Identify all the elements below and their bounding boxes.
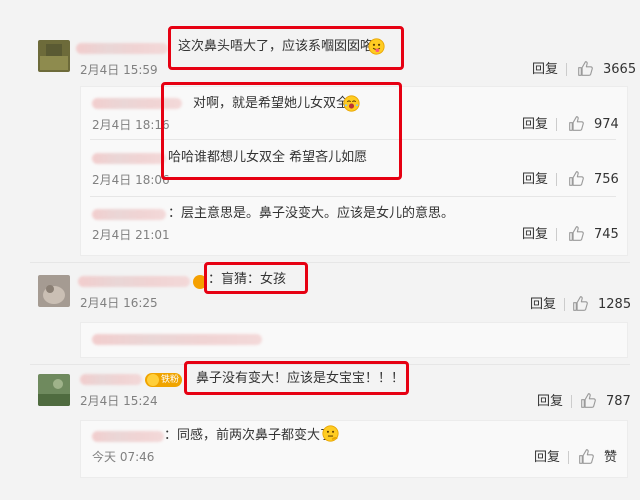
reply-1-2-username[interactable] [92,153,166,164]
reply-3-1-time: 今天 07:46 [92,450,155,464]
reply-1-1-reply-button[interactable]: 回复 [522,117,548,133]
reply-1-3-text: ：层主意思是。鼻子没变大。应该是女儿的意思。 [168,206,455,221]
comment-3-replies-panel [80,420,628,478]
comment-3-avatar[interactable] [38,374,70,406]
reply-1-1-time: 2月4日 18:16 [92,118,170,132]
comment-2-username[interactable] [78,276,190,287]
comment-2-text: ：盲猜：女孩 [208,272,287,287]
reply-1-2-reply-button[interactable]: 回复 [522,172,548,188]
comment-divider [30,262,630,263]
fan-badge: 铁粉 [145,373,183,387]
comment-divider [30,364,630,365]
reply-3-1-reply-button[interactable]: 回复 [534,450,560,466]
tongue-out-emoji-icon [368,38,385,55]
reply-1-3-time: 2月4日 21:01 [92,228,170,242]
reply-3-1-username[interactable] [92,431,164,442]
comment-1-username[interactable] [76,43,168,54]
comment-3-like-count: 787 [606,394,631,409]
comment-3-time: 2月4日 15:24 [80,394,158,408]
comment-3-action-separator [571,395,572,408]
fan-badge-label: 铁粉 [161,375,180,385]
reply-divider [90,196,616,197]
reply-1-2-time: 2月4日 18:06 [92,173,170,187]
laughing-emoji-icon [343,95,360,112]
comment-1-action-separator [566,63,567,76]
comment-2-reply-button[interactable]: 回复 [530,297,556,313]
reply-divider [90,139,616,140]
comment-3-text: 鼻子没有变大！应该是女宝宝！！！ [196,371,405,386]
comment-3-like-button[interactable]: 787 [580,393,634,410]
reply-1-3-reply-button[interactable]: 回复 [522,227,548,243]
reply-3-1-text: ：同感，前两次鼻子都变大了 [164,428,334,443]
reply-1-1-action-separator [556,118,557,131]
thumb-up-icon [581,393,596,408]
thumb-up-icon [579,449,594,464]
thumb-up-icon [569,226,584,241]
comment-3-username[interactable] [80,374,142,385]
thinking-emoji-icon [322,425,339,442]
comment-1-avatar[interactable] [38,40,70,72]
reply-1-2-text: 哈哈谁都想儿女双全 希望吝儿如愿 [168,150,368,165]
reply-3-1-like-button[interactable]: 赞 [578,449,628,466]
comment-1-like-button[interactable]: 3665 [577,61,637,78]
reply-1-2-action-separator [556,173,557,186]
comment-1-time: 2月4日 15:59 [80,63,158,77]
thumb-up-icon [573,296,588,311]
thumb-up-icon [569,116,584,131]
reply-1-3-like-button[interactable]: 745 [568,226,620,243]
comment-2-avatar[interactable] [38,275,70,307]
reply-1-2-like-button[interactable]: 756 [568,171,620,188]
fan-badge-icon [147,374,159,386]
comment-1-reply-button[interactable]: 回复 [532,62,558,78]
reply-1-1-like-count: 974 [594,117,619,132]
comment-2-action-separator [564,298,565,311]
comment-2-time: 2月4日 16:25 [80,296,158,310]
thumb-up-icon [578,61,593,76]
thumb-up-icon [569,171,584,186]
reply-1-1-like-button[interactable]: 974 [568,116,620,133]
reply-1-1-username[interactable] [92,98,182,109]
reply-1-3-like-count: 745 [594,227,619,242]
comment-2-like-button[interactable]: 1285 [572,296,634,313]
reply-1-3-username[interactable] [92,209,166,220]
comment-1-text: 这次鼻头唔大了，应该系嗰囡囡咯 [178,39,374,54]
comment-thread: 这次鼻头唔大了，应该系嗰囡囡咯 2月4日 15:59 回复 3665 对啊，就是… [0,0,640,500]
reply-3-1-action-separator [568,451,569,464]
comment-2-reply-preview[interactable] [92,334,262,345]
reply-1-3-action-separator [556,228,557,241]
comment-3-reply-button[interactable]: 回复 [537,394,563,410]
reply-1-2-like-count: 756 [594,172,619,187]
reply-1-1-text: 对啊，就是希望她儿女双全 [193,96,350,111]
verified-badge-icon [193,275,207,289]
reply-3-1-like-label: 赞 [604,450,618,465]
comment-1-like-count: 3665 [603,62,637,77]
comment-2-like-count: 1285 [598,297,632,312]
